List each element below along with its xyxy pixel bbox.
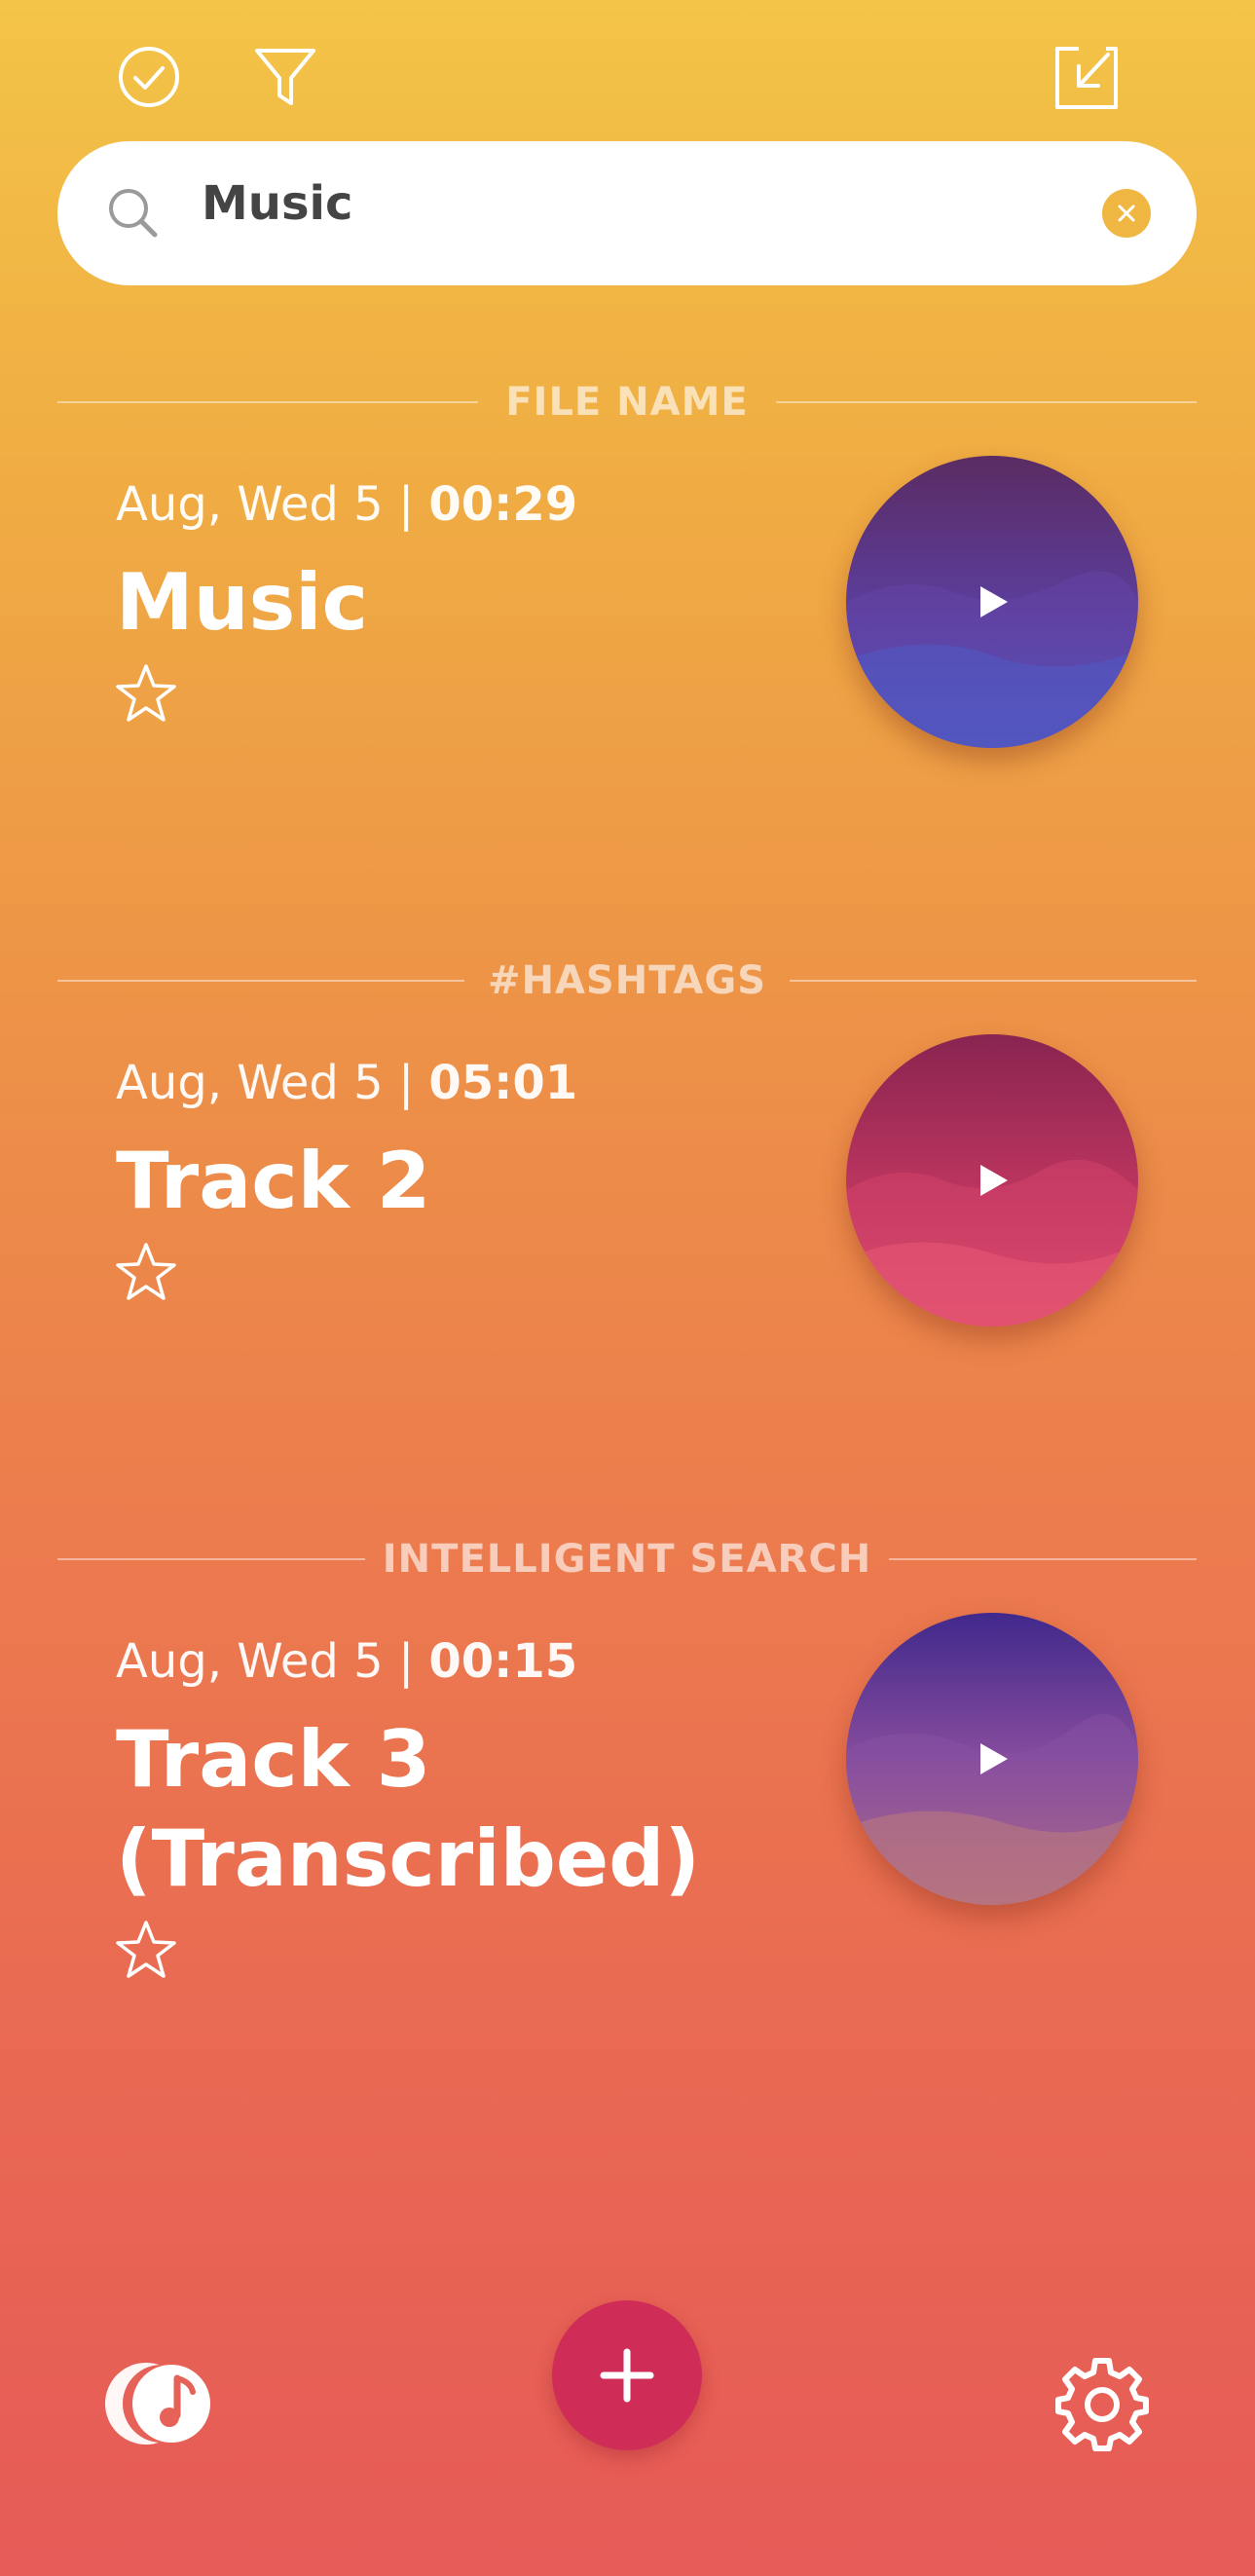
import-button[interactable]: [1052, 43, 1122, 113]
filter-icon: [255, 49, 315, 105]
filter-button[interactable]: [251, 43, 319, 111]
import-icon: [1055, 47, 1118, 109]
play-button[interactable]: [846, 456, 1138, 748]
item-duration: 00:29: [428, 477, 578, 532]
item-date: Aug, Wed 5 | 00:29: [116, 477, 578, 532]
search-input[interactable]: Music: [202, 176, 352, 231]
item-title-line: (Transcribed): [116, 1813, 700, 1904]
item-title: Track 3 (Transcribed): [116, 1710, 700, 1909]
add-recording-button[interactable]: [552, 2300, 702, 2450]
clear-search-button[interactable]: [1102, 189, 1151, 238]
clear-icon: [1118, 205, 1135, 222]
item-title-line: Track 3: [116, 1714, 431, 1805]
favorite-star-icon[interactable]: [114, 1241, 178, 1305]
play-button[interactable]: [846, 1034, 1138, 1326]
play-button[interactable]: [846, 1613, 1138, 1905]
section-header-hashtags: #HASHTAGS: [57, 951, 1197, 1009]
section-header-file-name: FILE NAME: [57, 372, 1197, 430]
play-icon: [980, 1165, 1008, 1196]
divider: [776, 401, 1197, 403]
settings-button[interactable]: [1053, 2355, 1151, 2452]
plus-icon: [600, 2348, 654, 2403]
gear-icon: [1055, 2358, 1149, 2451]
item-date: Aug, Wed 5 | 00:15: [116, 1634, 578, 1689]
item-title: Music: [116, 557, 369, 648]
play-icon: [980, 1743, 1008, 1774]
play-icon: [980, 586, 1008, 617]
music-moon-logo-icon: [105, 2363, 210, 2445]
select-button[interactable]: [117, 45, 181, 109]
library-button[interactable]: [101, 2361, 222, 2446]
divider: [790, 980, 1197, 982]
item-date: Aug, Wed 5 | 05:01: [116, 1056, 578, 1110]
item-duration: 00:15: [428, 1634, 578, 1689]
item-title: Track 2: [116, 1136, 431, 1226]
favorite-star-icon[interactable]: [114, 1919, 178, 1983]
search-bar[interactable]: Music: [57, 141, 1197, 285]
search-icon: [109, 189, 158, 238]
section-header-intelligent-search: INTELLIGENT SEARCH: [57, 1529, 1197, 1587]
divider: [889, 1558, 1197, 1560]
item-duration: 05:01: [428, 1056, 578, 1110]
check-circle-icon: [119, 47, 179, 107]
favorite-star-icon[interactable]: [114, 662, 178, 727]
